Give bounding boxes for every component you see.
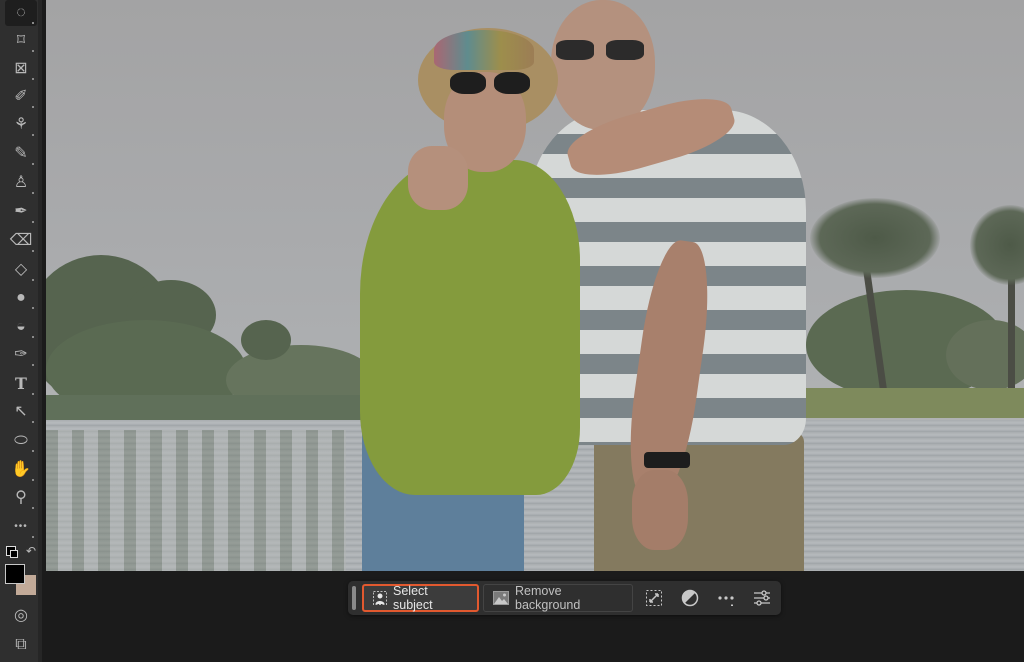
adjustment-button[interactable] <box>678 586 702 610</box>
eraser-icon: ⌫ <box>9 232 33 249</box>
remove-background-label: Remove background <box>515 584 581 612</box>
tool-group-indicator <box>32 192 34 194</box>
taskbar-drag-handle[interactable] <box>352 586 356 610</box>
tool-group-indicator <box>32 221 34 223</box>
half-circle-icon <box>681 589 699 607</box>
foreground-color-swatch[interactable] <box>5 564 25 584</box>
document-canvas[interactable] <box>46 0 1024 571</box>
drop-icon: ● <box>16 289 26 306</box>
screen-mode-icon: ⧉ <box>15 636 27 653</box>
ellipse-tool[interactable]: ⬭ <box>5 428 37 454</box>
paint-bucket-icon: ◇ <box>14 261 28 278</box>
grass-bank <box>46 395 376 423</box>
dodge-icon: ◒ <box>16 318 26 335</box>
brush-tool[interactable]: ✎ <box>5 141 37 167</box>
blur-tool[interactable]: ● <box>5 285 37 311</box>
zoom-tool[interactable]: ⚲ <box>5 485 37 511</box>
tool-group-indicator <box>32 479 34 481</box>
tools-panel: ◌ ⌑ ⊠ ✐ ⚘ ✎ ♙ ✒ ⌫ ◇ ● ◒ ✑ T ↖ ⬭ ✋ ⚲ ••• ↶ ◎ ⧉ <box>0 0 42 662</box>
brush-icon: ✎ <box>14 145 28 162</box>
type-icon: T <box>15 374 27 393</box>
woman-shirt <box>360 160 580 495</box>
paint-bucket-tool[interactable]: ◇ <box>5 257 37 283</box>
tool-group-indicator <box>32 134 34 136</box>
hand-icon: ✋ <box>11 461 31 478</box>
man-hand <box>632 470 688 550</box>
tool-group-indicator <box>32 279 34 281</box>
pen-icon: ✑ <box>14 346 28 363</box>
tool-group-indicator <box>32 106 34 108</box>
stamp-icon: ♙ <box>13 174 29 191</box>
transform-selection-button[interactable] <box>642 586 666 610</box>
tool-group-indicator <box>32 450 34 452</box>
man-sunglasses <box>556 40 652 64</box>
tool-group-indicator <box>32 507 34 509</box>
more-icon <box>718 596 734 606</box>
magnifier-icon: ⚲ <box>15 489 27 506</box>
dodge-tool[interactable]: ◒ <box>5 314 37 340</box>
tool-group-indicator <box>32 421 34 423</box>
quick-selection-tool[interactable]: ◌ <box>5 0 37 26</box>
tool-group-indicator <box>32 393 34 395</box>
quick-mask-button[interactable]: ◎ <box>5 603 37 629</box>
bandage-icon: ⚘ <box>13 116 29 133</box>
man-head <box>551 0 655 130</box>
arrow-cursor-icon: ↖ <box>14 403 28 420</box>
spot-healing-tool[interactable]: ⚘ <box>5 112 37 138</box>
screen-mode-button[interactable]: ⧉ <box>5 632 37 658</box>
history-brush-tool[interactable]: ✒ <box>5 199 37 225</box>
tool-group-indicator <box>32 250 34 252</box>
pen-tool[interactable]: ✑ <box>5 342 37 368</box>
eyedropper-icon: ✐ <box>14 88 28 105</box>
grass-bank <box>806 388 1024 418</box>
path-selection-tool[interactable]: ↖ <box>5 399 37 425</box>
type-tool[interactable]: T <box>5 371 37 397</box>
remove-background-button[interactable]: Remove background <box>483 584 633 612</box>
select-subject-label: Select subject <box>393 584 433 612</box>
tool-group-indicator <box>32 50 34 52</box>
eraser-tool[interactable]: ⌫ <box>5 228 37 254</box>
tool-group-indicator <box>32 536 34 538</box>
taskbar-settings-button[interactable] <box>750 586 774 610</box>
tool-group-indicator <box>32 163 34 165</box>
tool-group-indicator <box>32 364 34 366</box>
more-tools[interactable]: ••• <box>5 514 37 540</box>
history-brush-icon: ✒ <box>14 203 28 220</box>
woman-hand <box>408 146 468 210</box>
woman-sunglasses <box>448 72 532 96</box>
sliders-icon <box>754 590 770 606</box>
palm-fronds <box>970 205 1024 285</box>
tool-group-indicator <box>32 22 34 24</box>
tool-group-indicator <box>32 78 34 80</box>
palm-fronds <box>810 198 940 278</box>
quick-mask-icon: ◎ <box>14 607 28 624</box>
transform-icon <box>646 590 662 606</box>
ellipse-icon: ⬭ <box>14 432 28 449</box>
more-icon: ••• <box>14 521 28 532</box>
swap-colors-icon[interactable]: ↶ <box>26 544 36 558</box>
color-swatches: ↶ <box>4 544 40 598</box>
tool-group-indicator <box>32 336 34 338</box>
lake-reflection <box>46 430 346 571</box>
hat-flowers <box>434 30 534 70</box>
clone-stamp-tool[interactable]: ♙ <box>5 170 37 196</box>
tree <box>241 320 291 360</box>
more-options-button[interactable] <box>714 586 738 610</box>
crop-tool[interactable]: ⌑ <box>5 28 37 54</box>
person-select-icon <box>373 591 387 605</box>
image-icon <box>493 591 509 605</box>
quick-selection-icon: ◌ <box>16 4 26 21</box>
default-colors-icon <box>10 550 18 558</box>
contextual-taskbar: Select subject Remove background <box>348 581 781 615</box>
man-watch <box>644 452 690 468</box>
eyedropper-tool[interactable]: ✐ <box>5 84 37 110</box>
hand-tool[interactable]: ✋ <box>5 457 37 483</box>
frame-tool[interactable]: ⊠ <box>5 56 37 82</box>
crop-icon: ⌑ <box>16 32 26 49</box>
photoshop-window: ◌ ⌑ ⊠ ✐ ⚘ ✎ ♙ ✒ ⌫ ◇ ● ◒ ✑ T ↖ ⬭ ✋ ⚲ ••• ↶ ◎ ⧉ <box>0 0 1024 662</box>
tool-group-indicator <box>32 307 34 309</box>
frame-icon: ⊠ <box>14 60 28 77</box>
man-pants <box>594 430 804 571</box>
select-subject-button[interactable]: Select subject <box>362 584 479 612</box>
